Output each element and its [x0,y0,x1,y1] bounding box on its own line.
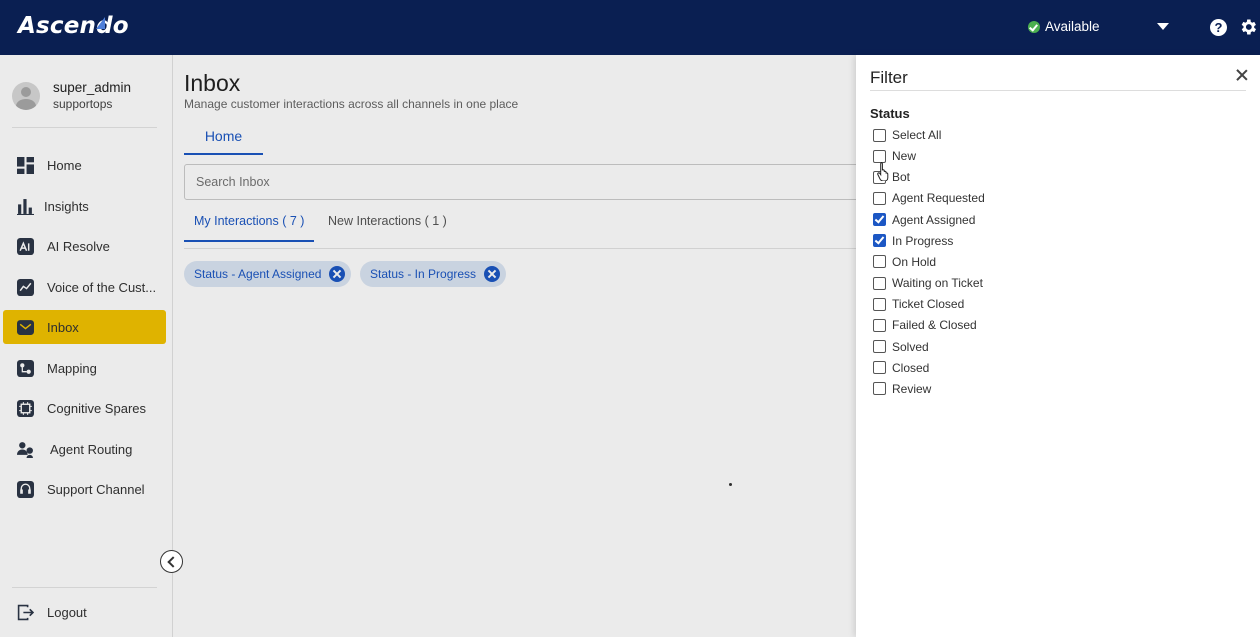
filter-option-label: Closed [892,360,930,375]
filter-option[interactable]: Closed [873,359,929,377]
checkbox[interactable] [873,234,886,248]
top-bar: Ascendo Available ? [0,0,1260,55]
filter-option[interactable]: Review [873,380,931,398]
close-icon[interactable] [1236,69,1248,81]
chevron-down-icon[interactable] [1157,23,1169,30]
filter-option[interactable]: In Progress [873,232,953,250]
filter-option-label: Review [892,381,932,396]
filter-option-label: On Hold [892,254,937,269]
filter-option-label: New [892,149,917,164]
app-logo[interactable]: Ascendo [18,13,129,39]
checkbox[interactable] [873,297,886,311]
hand-cursor-icon [877,162,889,181]
filter-option-label: Agent Requested [892,191,985,206]
status-section-label: Status [870,106,910,121]
filter-divider [870,90,1246,91]
checkbox[interactable] [873,340,886,353]
filter-option-label: Agent Assigned [892,212,976,227]
filter-option-label: Select All [892,128,942,142]
filter-option[interactable]: Waiting on Ticket [873,274,983,292]
filter-option-label: Solved [892,339,929,354]
check-circle-icon [1028,20,1040,33]
filter-option-label: Ticket Closed [892,297,965,312]
filter-option-label: Failed & Closed [892,318,977,333]
filter-option-label: In Progress [892,233,954,248]
collapse-sidebar-button[interactable] [160,550,183,573]
checkbox[interactable] [873,318,886,332]
checkbox[interactable] [873,128,886,142]
filter-option[interactable]: Ticket Closed [873,295,964,313]
gear-icon[interactable] [1238,17,1258,37]
filter-option[interactable]: Failed & Closed [873,316,977,334]
filter-option[interactable]: Solved [873,338,929,356]
filter-option[interactable]: Agent Requested [873,189,985,207]
filter-option-label: Bot [892,170,911,185]
help-icon[interactable]: ? [1210,19,1227,36]
checkbox[interactable] [873,382,886,396]
modal-backdrop[interactable] [0,55,856,637]
filter-option[interactable]: On Hold [873,253,936,271]
checkbox[interactable] [873,361,886,375]
checkbox[interactable] [873,276,886,290]
logo-mark-icon [96,17,105,29]
filter-panel: Filter Status Select All New Bot Agent Requ… [856,55,1260,637]
filter-option[interactable]: Select All [873,126,941,144]
checkbox[interactable] [873,191,886,205]
filter-option[interactable]: Agent Assigned [873,211,975,229]
availability-label: Available [1045,19,1100,34]
availability-status[interactable]: Available [1028,19,1100,34]
checkbox[interactable] [873,213,886,227]
filter-title: Filter [870,68,908,87]
filter-option-label: Waiting on Ticket [892,276,983,291]
checkbox[interactable] [873,255,886,269]
